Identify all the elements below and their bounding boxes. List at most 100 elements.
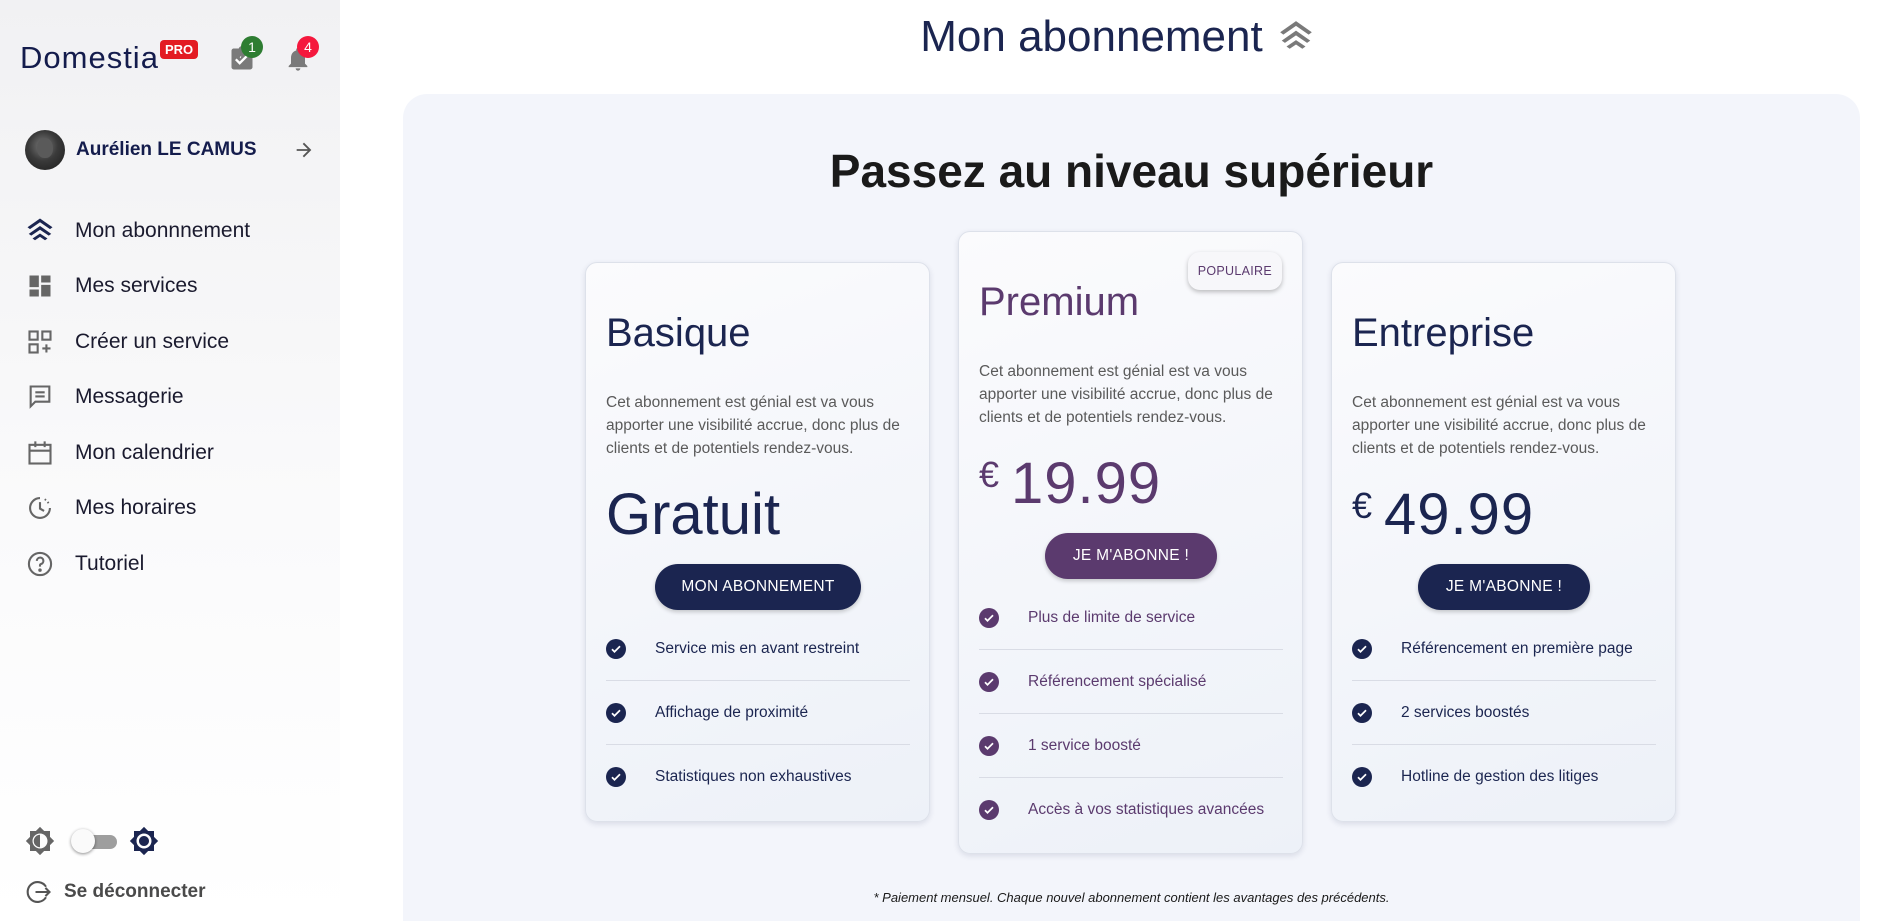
plan-features: Référencement en première page 2 service…	[1352, 617, 1656, 809]
feature-item: Statistiques non exhaustives	[606, 745, 910, 809]
plan-description: Cet abonnement est génial est va vous ap…	[979, 363, 1273, 426]
tasks-count-badge: 1	[241, 36, 263, 58]
pro-badge: PRO	[159, 40, 199, 59]
plan-features: Service mis en avant restreint Affichage…	[606, 617, 910, 809]
check-circle-icon	[979, 607, 999, 628]
notifications-button[interactable]: 4	[284, 36, 319, 73]
sidebar-item-label: Mon abonnnement	[75, 218, 251, 242]
subscription-chevrons-icon	[1279, 21, 1312, 49]
help-icon	[25, 549, 55, 579]
feature-item: 1 service boosté	[979, 714, 1283, 778]
check-circle-icon	[979, 735, 999, 756]
subscribe-premium-button[interactable]: JE M'ABONNE !	[1045, 533, 1217, 579]
avatar	[25, 130, 65, 170]
plan-price: Gratuit	[606, 481, 780, 548]
plan-name: Premium	[979, 280, 1140, 324]
sidebar-item-create-service[interactable]: Créer un service	[25, 314, 325, 370]
logout-button[interactable]: Se déconnecter	[25, 878, 206, 906]
user-name: Aurélien LE CAMUS	[76, 139, 257, 160]
feature-item: Plus de limite de service	[979, 586, 1283, 650]
page-title-text: Mon abonnement	[920, 12, 1263, 61]
feature-label: Statistiques non exhaustives	[655, 768, 852, 785]
tasks-button[interactable]: 1	[228, 36, 263, 73]
sidebar-item-calendar[interactable]: Mon calendrier	[25, 425, 325, 481]
brand-name: Domestia	[20, 40, 159, 75]
theme-toggle[interactable]	[71, 829, 119, 853]
current-subscription-button[interactable]: MON ABONNEMENT	[655, 564, 861, 610]
sidebar-item-messaging[interactable]: Messagerie	[25, 370, 325, 426]
page-title: Mon abonnement	[340, 12, 1895, 62]
feature-label: Service mis en avant restreint	[655, 639, 860, 657]
feature-label: 1 service boosté	[1028, 736, 1141, 754]
sidebar-item-label: Mes horaires	[75, 496, 197, 520]
app-root: Domestia PRO 1 4 Aurélien LE CAMUS Mon a…	[0, 0, 1895, 921]
subscribe-entreprise-button[interactable]: JE M'ABONNE !	[1418, 564, 1590, 610]
add-grid-icon	[25, 327, 55, 357]
plan-price: € 19.99	[979, 450, 1161, 517]
feature-item: Accès à vos statistiques avancées	[979, 778, 1283, 842]
feature-label: Référencement en première page	[1401, 639, 1633, 657]
plan-name: Entreprise	[1352, 311, 1535, 355]
sidebar-item-subscription[interactable]: Mon abonnnement	[25, 203, 325, 259]
feature-item: Référencement en première page	[1352, 617, 1656, 681]
plan-price-value: 19.99	[1011, 451, 1162, 516]
message-icon	[25, 382, 55, 412]
sidebar-item-label: Mes services	[75, 274, 198, 298]
plan-card-premium: POPULAIRE Premium Cet abonnement est gén…	[958, 231, 1303, 854]
sidebar: Domestia PRO 1 4 Aurélien LE CAMUS Mon a…	[0, 0, 340, 921]
plan-description: Cet abonnement est génial est va vous ap…	[1352, 394, 1646, 457]
sidebar-item-services[interactable]: Mes services	[25, 259, 325, 315]
calendar-icon	[25, 438, 55, 468]
pricing-heading: Passez au niveau supérieur	[829, 145, 1434, 197]
check-circle-icon	[1352, 767, 1372, 787]
plan-description: Cet abonnement est génial est va vous ap…	[606, 394, 900, 457]
schedule-icon	[25, 493, 55, 523]
plan-price-value: 49.99	[1384, 482, 1535, 547]
check-circle-icon	[979, 671, 999, 692]
feature-label: 2 services boostés	[1401, 703, 1530, 721]
plan-card-entreprise: Entreprise Cet abonnement est génial est…	[1331, 262, 1676, 822]
plan-price-value: Gratuit	[606, 482, 781, 547]
sidebar-item-label: Messagerie	[75, 385, 184, 409]
brand-logo[interactable]: Domestia PRO	[20, 40, 199, 76]
logout-icon	[26, 881, 51, 903]
brightness-icon[interactable]	[129, 826, 159, 856]
user-profile[interactable]: Aurélien LE CAMUS	[25, 130, 315, 170]
plan-features: Plus de limite de service Référencement …	[979, 586, 1283, 842]
subscription-chevrons-icon	[25, 216, 55, 246]
feature-item: Affichage de proximité	[606, 681, 910, 745]
feature-item: Service mis en avant restreint	[606, 617, 910, 681]
dashboard-icon	[25, 271, 55, 301]
feature-label: Accès à vos statistiques avancées	[1028, 801, 1265, 818]
plan-currency: €	[979, 454, 1000, 495]
toggle-knob	[71, 829, 95, 853]
pricing-footnote: * Paiement mensuel. Chaque nouvel abonne…	[873, 890, 1390, 905]
check-circle-icon	[606, 638, 626, 659]
check-circle-icon	[606, 767, 626, 787]
plan-currency: €	[1352, 485, 1373, 526]
sidebar-item-label: Mon calendrier	[75, 440, 214, 464]
check-circle-icon	[1352, 638, 1372, 659]
sidebar-item-schedule[interactable]: Mes horaires	[25, 481, 325, 537]
sidebar-item-tutorial[interactable]: Tutoriel	[25, 536, 325, 592]
sidebar-item-label: Tutoriel	[75, 551, 145, 575]
plan-name: Basique	[606, 311, 751, 355]
feature-item: Hotline de gestion des litiges	[1352, 745, 1656, 809]
sidebar-item-label: Créer un service	[75, 329, 230, 353]
popular-badge: POPULAIRE	[1187, 252, 1282, 290]
logout-label: Se déconnecter	[64, 881, 206, 902]
plan-price: € 49.99	[1352, 481, 1534, 548]
arrow-right-icon[interactable]	[293, 139, 315, 161]
pricing-panel: Passez au niveau supérieur Basique Cet a…	[403, 94, 1860, 921]
feature-item: 2 services boostés	[1352, 681, 1656, 745]
plan-card-basique: Basique Cet abonnement est génial est va…	[585, 262, 930, 822]
alerts-count-badge: 4	[297, 36, 319, 58]
brightness-auto-icon[interactable]	[25, 826, 55, 856]
theme-switcher	[25, 826, 159, 856]
feature-label: Hotline de gestion des litiges	[1401, 768, 1599, 785]
feature-label: Plus de limite de service	[1028, 608, 1196, 626]
feature-label: Affichage de proximité	[655, 703, 809, 721]
sidebar-nav: Mon abonnnement Mes services Créer un se…	[25, 203, 325, 592]
check-circle-icon	[1352, 702, 1372, 723]
feature-item: Référencement spécialisé	[979, 650, 1283, 714]
